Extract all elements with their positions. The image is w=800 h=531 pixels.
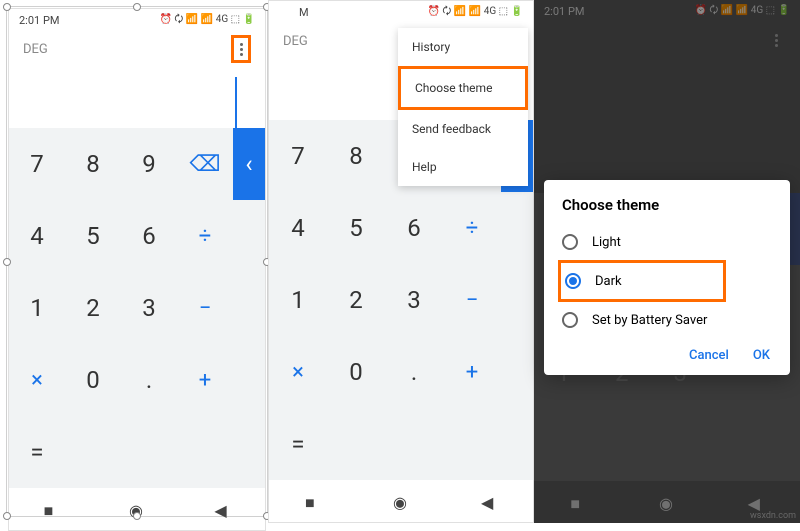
- nav-bar: ■ ◉ ◀: [269, 480, 533, 522]
- nav-back-icon[interactable]: ◀: [481, 493, 497, 509]
- key-7[interactable]: 7: [9, 128, 65, 200]
- key-6[interactable]: 6: [385, 192, 443, 264]
- key-8[interactable]: 8: [65, 128, 121, 200]
- keypad: 7 8 9 ⌫ ‹ 4 5 6 ÷ 1 2 3 × 0 . = − +: [9, 128, 265, 488]
- key-equals[interactable]: =: [269, 408, 327, 480]
- key-subtract[interactable]: −: [443, 264, 501, 336]
- nav-home-icon[interactable]: ◉: [393, 493, 409, 509]
- nav-bar: ■ ◉ ◀: [9, 488, 265, 530]
- key-dot[interactable]: .: [121, 344, 177, 416]
- key-3[interactable]: 3: [385, 264, 443, 336]
- input-cursor: [235, 77, 237, 139]
- key-add[interactable]: +: [177, 344, 233, 416]
- calc-display[interactable]: [9, 67, 265, 128]
- key-1[interactable]: 1: [269, 264, 327, 336]
- radio-icon: [565, 273, 581, 289]
- menu-choose-theme[interactable]: Choose theme: [398, 66, 528, 110]
- key-add[interactable]: +: [443, 336, 501, 408]
- dialog-title: Choose theme: [544, 196, 790, 224]
- key-2[interactable]: 2: [65, 272, 121, 344]
- key-4[interactable]: 4: [269, 192, 327, 264]
- key-1[interactable]: 1: [9, 272, 65, 344]
- menu-help[interactable]: Help: [398, 148, 528, 186]
- option-label: Dark: [595, 274, 622, 289]
- nav-recent-icon[interactable]: ■: [305, 493, 321, 509]
- theme-option-battery[interactable]: Set by Battery Saver: [544, 302, 790, 338]
- theme-option-light[interactable]: Light: [544, 224, 790, 260]
- key-multiply[interactable]: ×: [269, 336, 327, 408]
- key-equals[interactable]: =: [9, 416, 65, 488]
- theme-option-dark[interactable]: Dark: [558, 260, 726, 302]
- menu-send-feedback[interactable]: Send feedback: [398, 110, 528, 148]
- cancel-button[interactable]: Cancel: [689, 348, 729, 363]
- nav-back-icon[interactable]: ◀: [214, 501, 230, 517]
- deg-label: DEG: [283, 34, 308, 49]
- dialog-actions: Cancel OK: [544, 338, 790, 367]
- key-3[interactable]: 3: [121, 272, 177, 344]
- ok-button[interactable]: OK: [753, 348, 770, 363]
- deg-label: DEG: [23, 42, 48, 57]
- key-subtract[interactable]: −: [177, 272, 233, 344]
- status-icons: ⏰ 🗘 📶 📶 4G ⬚ 🔋: [160, 12, 256, 29]
- key-9[interactable]: 9: [121, 128, 177, 200]
- key-6[interactable]: 6: [121, 200, 177, 272]
- nav-home-icon[interactable]: ◉: [129, 501, 145, 517]
- key-5[interactable]: 5: [65, 200, 121, 272]
- nav-recent-icon[interactable]: ■: [44, 501, 60, 517]
- option-label: Light: [592, 235, 621, 250]
- mode-row: DEG: [9, 31, 265, 67]
- key-8[interactable]: 8: [327, 120, 385, 192]
- option-label: Set by Battery Saver: [592, 313, 707, 328]
- menu-history[interactable]: History: [398, 28, 528, 66]
- key-multiply[interactable]: ×: [9, 344, 65, 416]
- key-2[interactable]: 2: [327, 264, 385, 336]
- status-time-partial: M: [299, 6, 309, 19]
- key-7[interactable]: 7: [269, 120, 327, 192]
- key-0[interactable]: 0: [327, 336, 385, 408]
- radio-icon: [562, 312, 578, 328]
- radio-icon: [562, 234, 578, 250]
- overflow-menu-button[interactable]: [231, 35, 251, 63]
- status-bar: 2:01 PM ⏰ 🗘 📶 📶 4G ⬚ 🔋: [9, 9, 265, 31]
- key-5[interactable]: 5: [327, 192, 385, 264]
- key-backspace[interactable]: ⌫: [177, 128, 233, 200]
- choose-theme-dialog: Choose theme Light Dark Set by Battery S…: [544, 180, 790, 375]
- key-dot[interactable]: .: [385, 336, 443, 408]
- status-icons: ⏰ 🗘 📶 📶 4G ⬚ 🔋: [428, 4, 524, 21]
- advanced-panel-toggle[interactable]: ‹: [233, 128, 265, 200]
- key-divide[interactable]: ÷: [177, 200, 233, 272]
- overflow-menu: History Choose theme Send feedback Help: [398, 28, 528, 186]
- status-bar: M ⏰ 🗘 📶 📶 4G ⬚ 🔋: [269, 1, 533, 23]
- key-0[interactable]: 0: [65, 344, 121, 416]
- key-4[interactable]: 4: [9, 200, 65, 272]
- key-divide[interactable]: ÷: [443, 192, 501, 264]
- status-time: 2:01 PM: [19, 14, 59, 27]
